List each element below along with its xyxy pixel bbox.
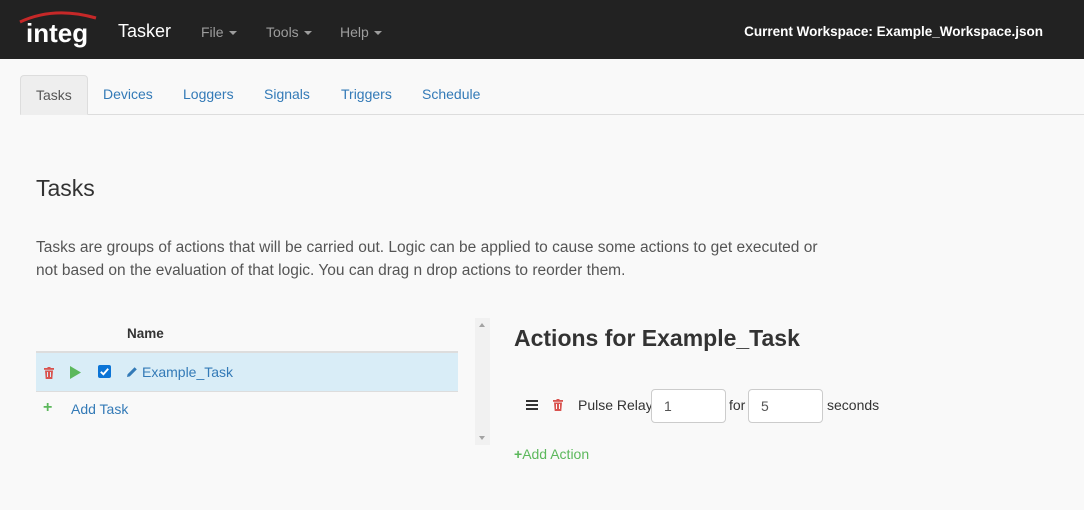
play-icon[interactable]: [70, 366, 81, 379]
page-description: Tasks are groups of actions that will be…: [36, 239, 818, 279]
relay-number-input[interactable]: [651, 389, 726, 423]
menu-tools-label: Tools: [266, 24, 299, 40]
caret-down-icon: [303, 31, 312, 36]
page-title: Tasks: [36, 175, 95, 201]
plus-icon: +: [43, 399, 53, 416]
menu-tools[interactable]: Tools: [266, 24, 312, 40]
action-type-label: Pulse Relay: [578, 397, 653, 413]
trash-icon[interactable]: [553, 399, 563, 411]
current-workspace: Current Workspace: Example_Workspace.jso…: [744, 24, 1043, 39]
tab-loggers[interactable]: Loggers: [168, 75, 249, 115]
tab-schedule[interactable]: Schedule: [407, 75, 495, 115]
menu-file-label: File: [201, 24, 224, 40]
add-action-label: Add Action: [522, 446, 590, 462]
tab-signals[interactable]: Signals: [249, 75, 325, 115]
tab-devices[interactable]: Devices: [88, 75, 168, 115]
tab-triggers[interactable]: Triggers: [326, 75, 407, 115]
navbar: integ Tasker File Tools Help Current Wor…: [0, 0, 1084, 59]
tab-tasks[interactable]: Tasks: [20, 75, 88, 115]
trash-icon[interactable]: [44, 367, 54, 379]
tab-bar: Tasks Devices Loggers Signals Triggers S…: [20, 75, 1084, 115]
column-header-name: Name: [127, 326, 164, 341]
for-label: for: [729, 397, 746, 413]
actions-title: Actions for Example_Task: [514, 325, 800, 351]
plus-icon: +: [514, 446, 523, 462]
menu-file[interactable]: File: [201, 24, 237, 40]
action-item: Pulse Relay for seconds: [514, 389, 914, 423]
seconds-label: seconds: [827, 397, 880, 413]
caret-down-icon: [228, 31, 237, 36]
task-name-link[interactable]: Example_Task: [142, 364, 233, 380]
caret-down-icon: [373, 31, 382, 36]
scroll-down-icon[interactable]: [479, 436, 485, 440]
drag-handle-icon[interactable]: [526, 400, 538, 410]
menu-help[interactable]: Help: [340, 24, 382, 40]
svg-text:integ: integ: [26, 18, 88, 48]
table-row[interactable]: Example_Task: [36, 353, 458, 392]
scroll-up-icon[interactable]: [479, 323, 485, 327]
pencil-icon[interactable]: [126, 366, 138, 378]
duration-input[interactable]: [748, 389, 823, 423]
app-brand[interactable]: Tasker: [118, 21, 171, 42]
integ-logo[interactable]: integ: [14, 8, 100, 50]
add-task-link[interactable]: Add Task: [71, 401, 128, 417]
task-list-scrollbar[interactable]: [475, 318, 490, 445]
add-action-link[interactable]: +Add Action: [514, 446, 589, 462]
menu-help-label: Help: [340, 24, 369, 40]
enabled-checkbox[interactable]: [98, 365, 111, 378]
